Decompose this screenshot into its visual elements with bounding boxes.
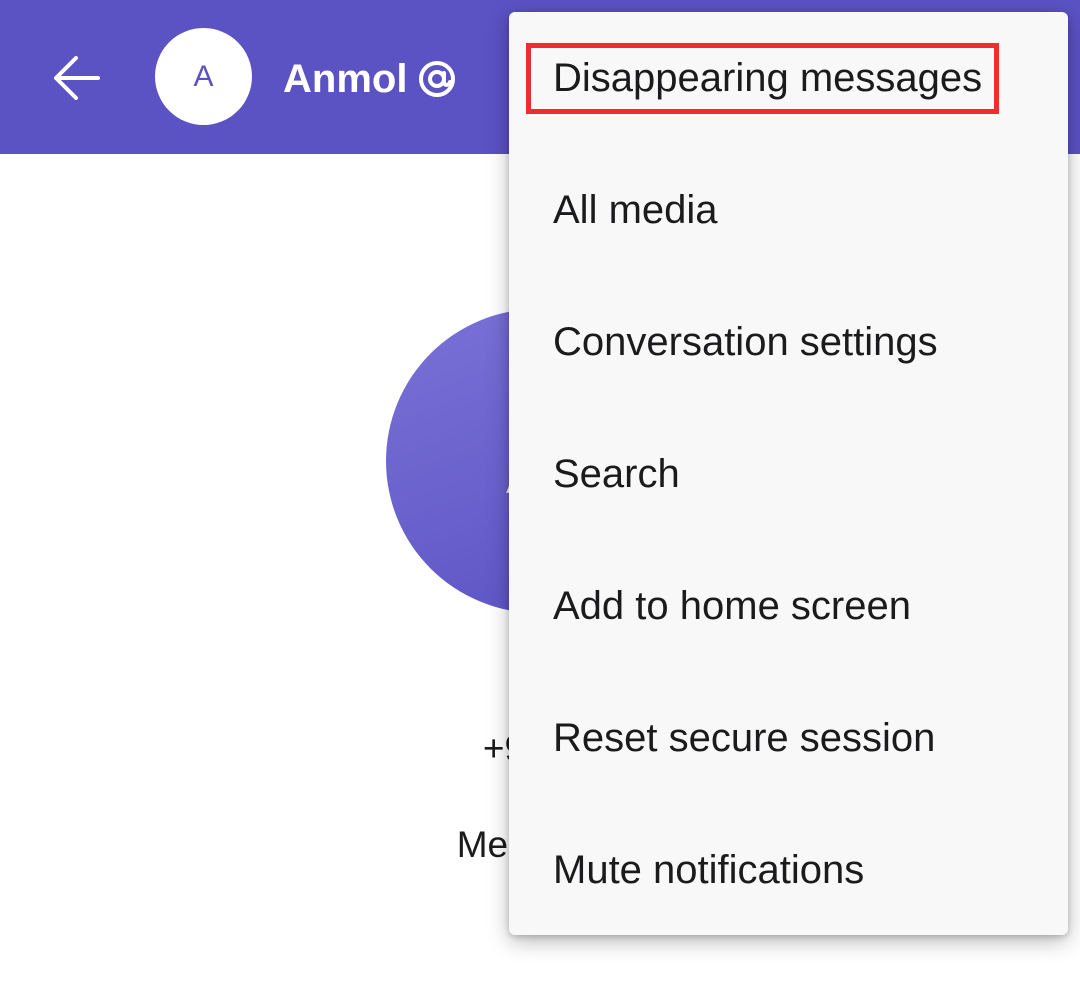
menu-item-label: Disappearing messages [525,42,1000,114]
contact-title[interactable]: Anmol [283,51,457,107]
menu-item-label: Mute notifications [553,847,865,892]
contact-name: Anmol [283,56,408,101]
menu-item-label: Conversation settings [553,319,938,364]
menu-item-mute-notifications[interactable]: Mute notifications [509,804,1068,936]
menu-item-add-to-home-screen[interactable]: Add to home screen [509,540,1068,672]
header-avatar-initial: A [193,59,214,93]
header-avatar[interactable]: A [155,28,252,125]
menu-item-label: Search [553,451,680,496]
at-sign-icon [417,59,457,99]
menu-item-label: Add to home screen [553,583,911,628]
overflow-menu: Disappearing messages All media Conversa… [509,12,1068,935]
back-button[interactable] [36,40,116,116]
arrow-left-icon [54,56,100,100]
menu-item-conversation-settings[interactable]: Conversation settings [509,276,1068,408]
menu-item-label: All media [553,187,718,232]
menu-item-all-media[interactable]: All media [509,144,1068,276]
menu-item-disappearing-messages[interactable]: Disappearing messages [509,12,1068,144]
menu-item-search[interactable]: Search [509,408,1068,540]
menu-item-reset-secure-session[interactable]: Reset secure session [509,672,1068,804]
menu-item-label: Reset secure session [553,715,936,760]
